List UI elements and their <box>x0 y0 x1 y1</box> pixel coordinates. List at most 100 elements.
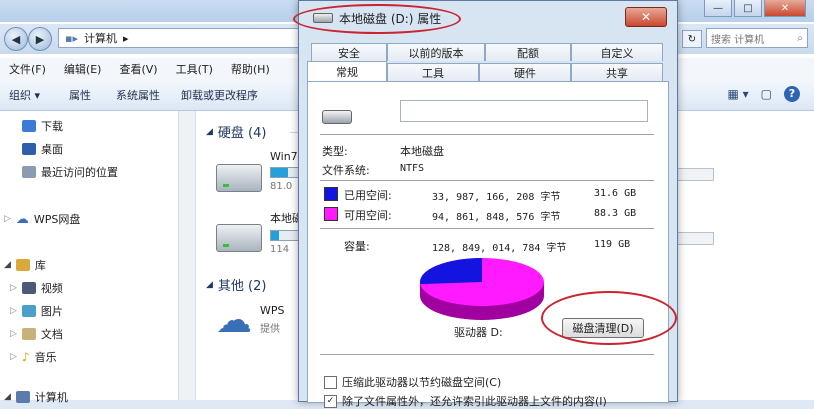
forward-button[interactable]: ▶ <box>28 27 52 51</box>
nav-item-libraries[interactable]: ◢ 库 <box>4 257 46 273</box>
back-button[interactable]: ◀ <box>4 27 28 51</box>
drive-item[interactable]: 本地磁 114 <box>216 210 303 255</box>
menu-edit[interactable]: 编辑(E) <box>55 61 111 77</box>
hard-drive-icon <box>216 224 262 252</box>
organize-button[interactable]: 组织 ▾ <box>0 87 49 103</box>
preview-pane-icon[interactable]: ▢ <box>761 87 772 101</box>
view-options-icon[interactable]: ▦ ▾ <box>727 87 748 101</box>
tab-security[interactable]: 安全 <box>311 43 387 61</box>
nav-label: 桌面 <box>41 143 63 156</box>
expand-arrow-icon[interactable]: ▷ <box>10 329 17 339</box>
used-space-bytes: 33, 987, 166, 208 字节 <box>432 192 561 203</box>
video-icon <box>21 282 36 294</box>
menu-view[interactable]: 查看(V) <box>110 61 166 77</box>
download-folder-icon <box>22 120 36 132</box>
divider <box>320 228 654 230</box>
disk-usage-pie <box>420 258 544 320</box>
expand-arrow-icon[interactable]: ▷ <box>10 306 17 316</box>
free-space-label: 可用空间: <box>344 209 392 222</box>
computer-icon: ▪▸ <box>65 31 78 45</box>
desktop-icon <box>22 143 36 155</box>
nav-label: 库 <box>34 259 46 272</box>
tab-sharing[interactable]: 共享 <box>571 63 663 81</box>
expand-arrow-icon[interactable]: ▷ <box>4 214 11 224</box>
index-drive-option[interactable]: ✓ 除了文件属性外，还允许索引此驱动器上文件的内容(I) <box>324 393 664 409</box>
uninstall-program-command[interactable]: 卸载或更改程序 <box>169 87 267 103</box>
properties-command[interactable]: 属性 <box>49 87 100 103</box>
tab-strip: 安全 以前的版本 配额 自定义 常规 工具 硬件 共享 <box>307 43 667 83</box>
nav-item-pictures[interactable]: ▷ 图片 <box>10 303 63 319</box>
refresh-button[interactable]: ↻ <box>682 30 702 48</box>
drive-letter-label: 驱动器 D: <box>454 326 503 339</box>
library-icon <box>15 259 30 271</box>
highlight-ellipse-title <box>293 4 461 34</box>
filesystem-value: NTFS <box>400 163 425 174</box>
nav-item-downloads[interactable]: 下载 <box>22 118 63 134</box>
wps-cloud-item[interactable]: ☁ WPS 提供 <box>216 300 285 341</box>
pictures-icon <box>21 305 36 317</box>
group-title: 硬盘 (4) <box>217 126 267 141</box>
tab-quota[interactable]: 配额 <box>485 43 571 61</box>
group-header-other[interactable]: ◢ 其他 (2) <box>206 275 266 294</box>
maximize-button[interactable]: □ <box>734 0 762 17</box>
used-space-label: 已用空间: <box>344 189 392 202</box>
nav-item-wps-cloud[interactable]: ▷ ☁ WPS网盘 <box>4 211 80 227</box>
expand-arrow-icon[interactable]: ▷ <box>10 283 17 293</box>
filesystem-label: 文件系统: <box>322 164 370 177</box>
index-checkbox[interactable]: ✓ <box>324 394 337 408</box>
type-value: 本地磁盘 <box>400 145 444 158</box>
nav-scrollbar[interactable] <box>178 111 195 400</box>
help-icon[interactable]: ? <box>784 86 800 102</box>
compress-checkbox[interactable] <box>324 375 337 389</box>
capacity-label: 容量: <box>344 240 370 253</box>
nav-item-videos[interactable]: ▷ 视频 <box>10 280 63 296</box>
menu-tools[interactable]: 工具(T) <box>167 61 222 77</box>
drive-item[interactable]: Win7 81.0 <box>216 150 302 192</box>
nav-item-recent-places[interactable]: 最近访问的位置 <box>22 164 118 180</box>
tab-hardware[interactable]: 硬件 <box>479 63 571 81</box>
collapse-arrow-icon[interactable]: ◢ <box>206 127 213 137</box>
used-color-swatch <box>324 187 338 201</box>
item-description: 提供 <box>260 324 280 335</box>
group-header-hard-disks[interactable]: ◢ 硬盘 (4) <box>206 122 266 141</box>
hard-drive-icon <box>216 164 262 192</box>
tab-customize[interactable]: 自定义 <box>571 43 663 61</box>
compress-drive-option[interactable]: 压缩此驱动器以节约磁盘空间(C) <box>324 374 501 390</box>
nav-item-music[interactable]: ▷ ♪ 音乐 <box>10 349 57 365</box>
nav-label: WPS网盘 <box>33 213 81 226</box>
close-button[interactable]: ✕ <box>764 0 806 17</box>
minimize-button[interactable]: — <box>704 0 732 17</box>
cloud-icon: ☁ <box>15 211 29 227</box>
search-icon: ⌕ <box>797 32 803 44</box>
divider <box>320 354 654 356</box>
free-space-gb: 88.3 GB <box>594 208 637 219</box>
nav-label: 视频 <box>40 282 63 295</box>
tab-general[interactable]: 常规 <box>307 61 387 81</box>
tab-previous-versions[interactable]: 以前的版本 <box>387 43 485 61</box>
nav-item-computer[interactable]: ◢ 计算机 <box>4 389 68 405</box>
menu-help[interactable]: 帮助(H) <box>222 61 279 77</box>
nav-label: 音乐 <box>34 351 57 364</box>
chevron-right-icon[interactable]: ▸ <box>123 32 129 45</box>
nav-label: 最近访问的位置 <box>41 166 118 179</box>
search-input[interactable]: 搜索 计算机 ⌕ <box>706 28 808 48</box>
breadcrumb-computer[interactable]: 计算机 <box>84 30 117 46</box>
recent-places-icon <box>22 166 36 178</box>
computer-icon <box>15 391 30 403</box>
drive-label-input[interactable] <box>400 100 648 122</box>
system-properties-command[interactable]: 系统属性 <box>100 87 169 103</box>
drive-usage-bar-right <box>676 232 714 245</box>
expand-arrow-icon[interactable]: ▷ <box>10 352 17 362</box>
collapse-arrow-icon[interactable]: ◢ <box>206 280 213 290</box>
cloud-icon: ☁ <box>216 300 252 341</box>
search-placeholder: 搜索 计算机 <box>711 34 765 46</box>
expand-arrow-icon[interactable]: ◢ <box>4 260 11 270</box>
menu-file[interactable]: 文件(F) <box>0 61 55 77</box>
nav-label: 图片 <box>40 305 63 318</box>
nav-item-documents[interactable]: ▷ 文档 <box>10 326 63 342</box>
tab-tools[interactable]: 工具 <box>387 63 479 81</box>
nav-item-desktop[interactable]: 桌面 <box>22 141 63 157</box>
dialog-close-button[interactable]: ✕ <box>625 7 667 27</box>
expand-arrow-icon[interactable]: ◢ <box>4 392 11 402</box>
group-title: 其他 (2) <box>217 279 267 294</box>
